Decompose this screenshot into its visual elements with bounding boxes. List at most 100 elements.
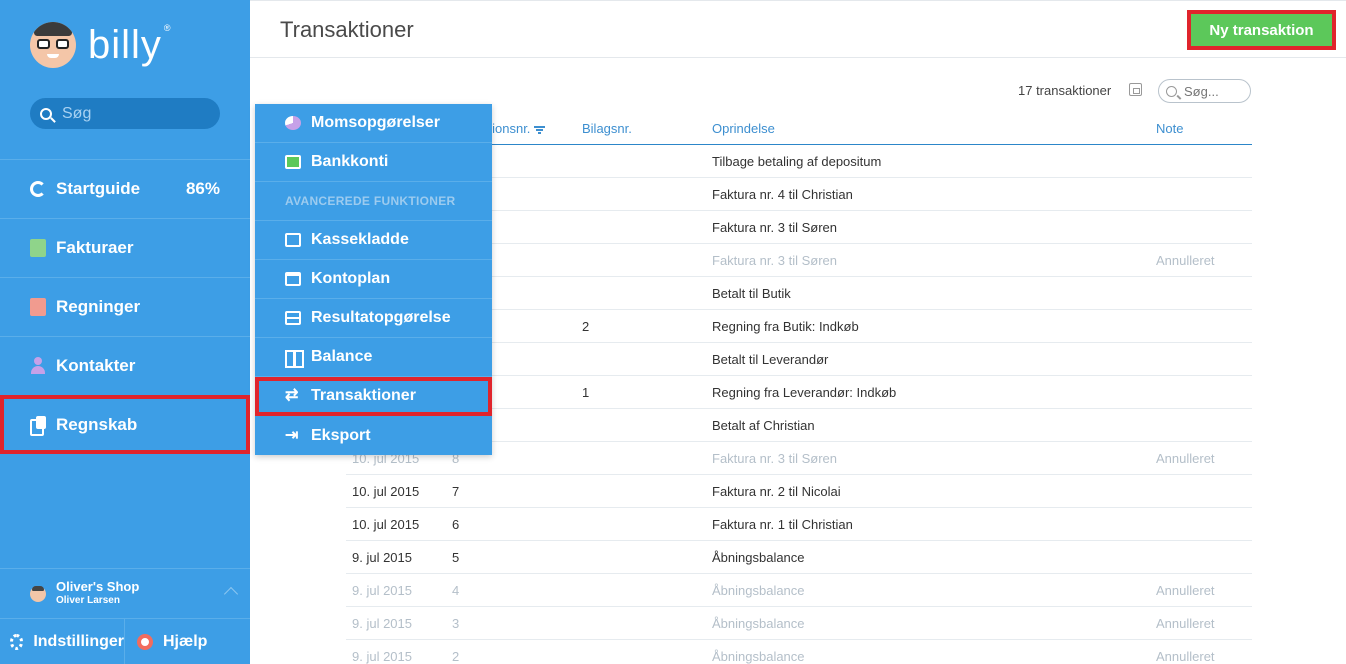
menu-item-eksport[interactable]: Eksport xyxy=(255,416,492,455)
cell-bilag: 2 xyxy=(582,319,590,334)
contact-icon xyxy=(30,357,46,375)
cell-nr: 4 xyxy=(452,583,460,598)
menu-item-label: Kontoplan xyxy=(311,270,391,287)
menu-item-momsopgorelser[interactable]: Momsopgørelser xyxy=(255,104,492,143)
table-row[interactable]: 9. jul 2015 3 Åbningsbalance Annulleret xyxy=(346,607,1252,640)
lifebuoy-icon xyxy=(137,633,153,650)
sort-icon xyxy=(534,126,546,134)
sidebar-item-kontakter[interactable]: Kontakter xyxy=(0,336,250,395)
cell-origin: Faktura nr. 1 til Christian xyxy=(712,517,853,532)
brand-name: billy ® xyxy=(88,22,172,67)
menu-item-label: Bankkonti xyxy=(311,153,389,170)
cell-date: 9. jul 2015 xyxy=(352,550,412,565)
menu-item-label: Balance xyxy=(311,348,373,365)
cell-origin: Betalt af Christian xyxy=(712,418,815,433)
search-input[interactable] xyxy=(1184,83,1244,99)
shop-name: Oliver's Shop xyxy=(56,578,140,594)
shop-switcher[interactable]: Oliver's Shop Oliver Larsen xyxy=(0,568,250,618)
menu-item-balance[interactable]: Balance xyxy=(255,338,492,377)
cell-note: Annulleret xyxy=(1156,253,1215,268)
table-row[interactable]: 9. jul 2015 4 Åbningsbalance Annulleret xyxy=(346,574,1252,607)
sidebar-item-startguide[interactable]: Startguide 86% xyxy=(0,159,250,218)
menu-section-heading: AVANCEREDE FUNKTIONER xyxy=(255,182,492,221)
cell-origin: Faktura nr. 3 til Søren xyxy=(712,220,837,235)
cell-origin: Åbningsbalance xyxy=(712,583,805,598)
chevron-up-icon xyxy=(223,586,239,602)
cell-origin: Tilbage betaling af depositum xyxy=(712,154,882,169)
cell-origin: Faktura nr. 3 til Søren xyxy=(712,253,837,268)
cell-origin: Regning fra Leverandør: Indkøb xyxy=(712,385,897,400)
new-transaction-button[interactable]: Ny transaktion xyxy=(1187,10,1336,50)
cell-nr: 6 xyxy=(452,517,460,532)
cell-origin: Faktura nr. 4 til Christian xyxy=(712,187,853,202)
cell-nr: 2 xyxy=(452,649,460,664)
menu-item-label: Kassekladde xyxy=(311,231,409,248)
menu-item-resultatopgorelse[interactable]: Resultatopgørelse xyxy=(255,299,492,338)
cell-nr: 3 xyxy=(452,616,460,631)
billy-logo[interactable]: billy ® xyxy=(30,22,172,68)
menu-item-label: Resultatopgørelse xyxy=(311,309,451,326)
menu-item-kassekladde[interactable]: Kassekladde xyxy=(255,221,492,260)
sidebar-item-label: Regninger xyxy=(56,297,141,316)
cell-origin: Regning fra Butik: Indkøb xyxy=(712,319,859,334)
settings-button[interactable]: Indstillinger xyxy=(0,618,125,664)
cell-date: 9. jul 2015 xyxy=(352,616,412,631)
cell-origin: Åbningsbalance xyxy=(712,616,805,631)
cell-origin: Faktura nr. 2 til Nicolai xyxy=(712,484,841,499)
transaction-count: 17 transaktioner xyxy=(1018,83,1112,98)
sidebar-search-input[interactable] xyxy=(62,104,212,123)
table-row[interactable]: 10. jul 2015 6 Faktura nr. 1 til Christian xyxy=(346,508,1252,541)
column-header-origin[interactable]: Oprindelse xyxy=(712,121,775,136)
menu-item-transaktioner[interactable]: Transaktioner xyxy=(255,377,492,416)
help-label: Hjælp xyxy=(163,632,208,650)
cell-note: Annulleret xyxy=(1156,583,1215,598)
accounting-icon xyxy=(30,416,46,436)
sidebar: billy® Startguide 86% Fakturaer Regninge… xyxy=(0,0,250,664)
user-name: Oliver Larsen xyxy=(56,594,120,606)
cell-origin: Betalt til Butik xyxy=(712,286,791,301)
table-row[interactable]: 9. jul 2015 2 Åbningsbalance Annulleret xyxy=(346,640,1252,664)
sidebar-item-fakturaer[interactable]: Fakturaer xyxy=(0,218,250,277)
help-button[interactable]: Hjælp xyxy=(125,619,207,664)
cell-note: Annulleret xyxy=(1156,649,1215,664)
regnskab-dropdown-menu: Momsopgørelser Bankkonti AVANCEREDE FUNK… xyxy=(255,104,492,455)
cell-date: 9. jul 2015 xyxy=(352,649,412,664)
menu-item-label: Momsopgørelser xyxy=(311,114,440,131)
cell-bilag: 1 xyxy=(582,385,590,400)
table-search[interactable] xyxy=(1158,79,1251,103)
gear-icon xyxy=(10,633,24,650)
rows-icon xyxy=(285,311,301,325)
pie-chart-icon xyxy=(285,116,301,130)
calendar-icon[interactable] xyxy=(1129,83,1142,96)
columns-icon xyxy=(285,350,304,368)
menu-item-kontoplan[interactable]: Kontoplan xyxy=(255,260,492,299)
sidebar-item-regnskab[interactable]: Regnskab xyxy=(0,395,250,454)
menu-item-label: Eksport xyxy=(311,426,371,444)
cell-origin: Åbningsbalance xyxy=(712,649,805,664)
progress-ring-icon xyxy=(30,181,46,197)
page-title: Transaktioner xyxy=(280,17,414,42)
sidebar-item-label: Kontakter xyxy=(56,356,136,375)
search-icon xyxy=(1166,85,1177,97)
table-row[interactable]: 10. jul 2015 7 Faktura nr. 2 til Nicolai xyxy=(346,475,1252,508)
cell-origin: Betalt til Leverandør xyxy=(712,352,829,367)
column-header-note[interactable]: Note xyxy=(1156,121,1183,136)
export-icon xyxy=(285,425,301,445)
sidebar-item-regninger[interactable]: Regninger xyxy=(0,277,250,336)
sidebar-nav: Startguide 86% Fakturaer Regninger Konta… xyxy=(0,159,250,454)
search-icon xyxy=(40,107,52,120)
sidebar-item-label: Regnskab xyxy=(56,415,138,434)
sidebar-search[interactable] xyxy=(30,98,220,129)
billy-mascot-icon xyxy=(30,22,76,68)
cell-origin: Åbningsbalance xyxy=(712,550,805,565)
edit-icon xyxy=(285,233,301,247)
menu-item-bankkonti[interactable]: Bankkonti xyxy=(255,143,492,182)
cell-origin: Faktura nr. 3 til Søren xyxy=(712,451,837,466)
invoice-icon xyxy=(30,239,46,257)
sidebar-item-label: Fakturaer xyxy=(56,238,134,257)
table-row[interactable]: 9. jul 2015 5 Åbningsbalance xyxy=(346,541,1252,574)
column-header-bilag[interactable]: Bilagsnr. xyxy=(582,121,632,136)
cell-nr: 5 xyxy=(452,550,460,565)
cell-note: Annulleret xyxy=(1156,616,1215,631)
cell-note: Annulleret xyxy=(1156,451,1215,466)
